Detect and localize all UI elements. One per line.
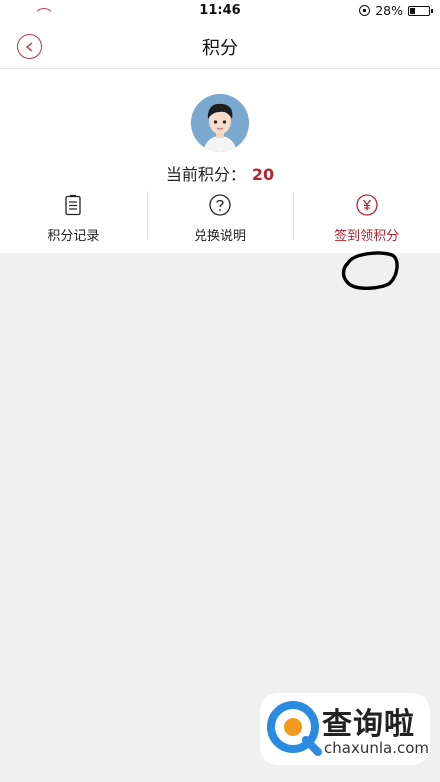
page-title: 积分 <box>202 38 238 59</box>
rotation-lock-icon <box>359 5 371 16</box>
exchange-info-button[interactable]: 兑换说明 <box>146 187 294 253</box>
points-value: 20 <box>251 165 275 184</box>
exchange-info-label: 兑换说明 <box>194 229 247 244</box>
question-circle-icon <box>209 194 231 216</box>
nav-bar: 积分 <box>0 24 440 69</box>
annotation-circle <box>341 251 399 290</box>
points-record-label: 积分记录 <box>47 229 100 244</box>
status-right: 28% <box>359 3 433 18</box>
watermark: 查询啦 chaxunla.com <box>260 693 430 765</box>
watermark-subtitle: chaxunla.com <box>324 739 429 757</box>
clipboard-icon <box>65 194 81 216</box>
profile-section: 当前积分： 20 积分记录 兑换说明 签到领积分 <box>0 69 440 253</box>
action-row: 积分记录 兑换说明 签到领积分 <box>0 187 440 253</box>
points-line: 当前积分： 20 <box>0 161 440 185</box>
battery-fill <box>410 7 415 14</box>
points-record-button[interactable]: 积分记录 <box>0 187 147 253</box>
battery-icon <box>408 5 433 16</box>
avatar <box>191 94 249 152</box>
status-bar: 11:46 28% <box>0 0 440 24</box>
yen-circle-icon <box>356 194 378 216</box>
checkin-points-label: 签到领积分 <box>334 229 400 244</box>
watermark-logo-icon <box>267 701 322 756</box>
battery-percent: 28% <box>375 3 403 18</box>
watermark-title: 查询啦 <box>322 707 415 742</box>
points-label: 当前积分： <box>165 165 246 184</box>
checkin-points-button[interactable]: 签到领积分 <box>293 187 440 253</box>
